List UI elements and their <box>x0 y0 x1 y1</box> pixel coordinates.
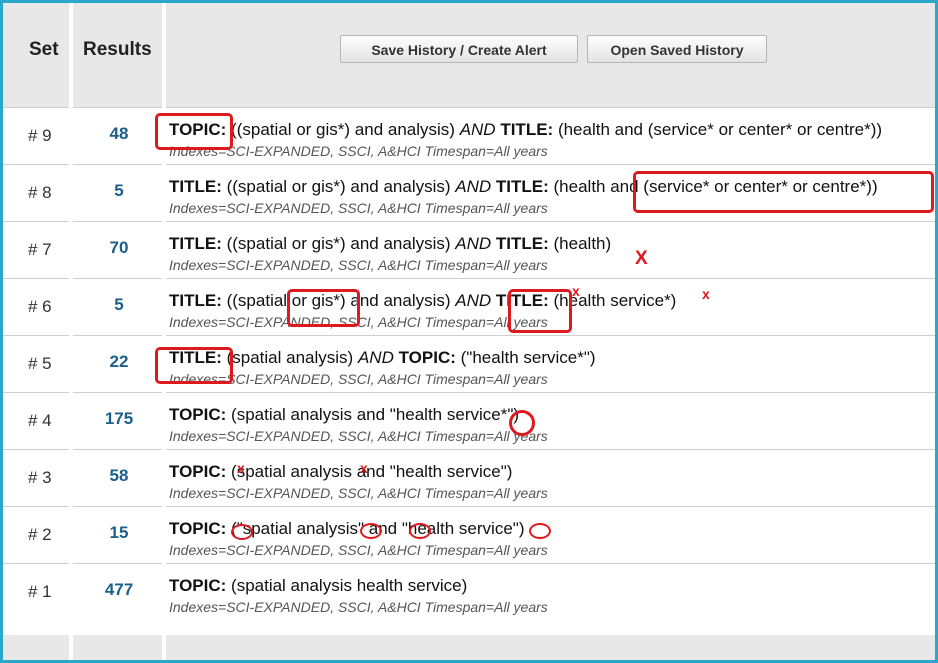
result-count-link[interactable]: 5 <box>73 181 165 201</box>
annotation-box <box>633 171 934 213</box>
annotation-circle <box>409 523 431 539</box>
index-timespan: Indexes=SCI-EXPANDED, SSCI, A&HCI Timesp… <box>169 257 548 273</box>
query-terms: (spatial analysis and "health service") <box>226 462 513 481</box>
annotation-circle <box>509 410 535 436</box>
set-column-header: Set <box>29 39 59 60</box>
query-terms: (spatial analysis health service) <box>226 576 468 595</box>
result-count-link[interactable]: 48 <box>73 124 165 144</box>
query-terms: ("health service*") <box>455 348 596 367</box>
query-text: TITLE: ((spatial or gis*) and analysis) … <box>169 234 611 254</box>
boolean-operator: AND <box>455 234 492 253</box>
query-terms: ((spatial or gis*) and analysis) <box>221 234 456 253</box>
field-tag: TOPIC: <box>169 576 227 595</box>
field-tag: TITLE: <box>169 177 222 196</box>
annotation-circle <box>529 523 551 539</box>
annotation-x-mark: x <box>237 460 245 476</box>
result-count-link[interactable]: 5 <box>73 295 165 315</box>
index-timespan: Indexes=SCI-EXPANDED, SSCI, A&HCI Timesp… <box>169 485 548 501</box>
result-count-link[interactable]: 22 <box>73 352 165 372</box>
field-tag: TOPIC: <box>398 348 456 367</box>
history-row: # 1 477 TOPIC: (spatial analysis health se… <box>3 563 935 635</box>
annotation-x-mark: x <box>572 283 580 299</box>
boolean-operator: AND <box>455 291 492 310</box>
annotation-box <box>155 113 233 150</box>
index-timespan: Indexes=SCI-EXPANDED, SSCI, A&HCI Timesp… <box>169 200 548 216</box>
results-column-header: Results <box>83 39 152 60</box>
set-number: # 7 <box>28 240 52 259</box>
query-text: TOPIC: (spatial analysis and "health ser… <box>169 405 519 425</box>
annotation-box <box>155 347 233 384</box>
result-count-link[interactable]: 70 <box>73 238 165 258</box>
history-row: # 7 70 TITLE: ((spatial or gis*) and analy… <box>3 221 935 278</box>
history-row: # 6 5 TITLE: ((spatial or gis*) and analys… <box>3 278 935 335</box>
save-history-button[interactable]: Save History / Create Alert <box>340 35 578 63</box>
annotation-x-mark: X <box>635 248 648 269</box>
index-timespan: Indexes=SCI-EXPANDED, SSCI, A&HCI Timesp… <box>169 599 548 615</box>
set-number: # 3 <box>28 468 52 487</box>
result-count-link[interactable]: 58 <box>73 466 165 486</box>
history-row: # 2 15 TOPIC: ("spatial analysis" and "hea… <box>3 506 935 563</box>
annotation-box <box>287 289 360 327</box>
history-header: Set Results Save History / Create Alert … <box>3 3 935 107</box>
query-terms: ((spatial or gis*) and analysis) <box>221 177 456 196</box>
open-saved-history-button[interactable]: Open Saved History <box>587 35 767 63</box>
query-text: TOPIC: (spatial analysis and "health ser… <box>169 462 512 482</box>
annotation-x-mark: x <box>702 286 710 302</box>
field-tag: TITLE: <box>495 177 549 196</box>
annotation-box <box>508 289 572 333</box>
set-number: # 6 <box>28 297 52 316</box>
boolean-operator: AND <box>357 348 394 367</box>
set-number: # 5 <box>28 354 52 373</box>
history-footer <box>3 635 935 660</box>
set-number: # 4 <box>28 411 52 430</box>
column-divider <box>162 3 166 660</box>
history-row: # 5 22 TITLE: (spatial analysis) AND TOPIC… <box>3 335 935 392</box>
query-terms: ((spatial or gis*) and analysis) <box>226 120 460 139</box>
set-number: # 2 <box>28 525 52 544</box>
set-number: # 9 <box>28 126 52 145</box>
set-number: # 1 <box>28 582 52 601</box>
query-text: TITLE: ((spatial or gis*) and analysis) … <box>169 291 676 311</box>
field-tag: TITLE: <box>169 234 222 253</box>
column-divider <box>69 3 73 660</box>
boolean-operator: AND <box>459 120 496 139</box>
history-row: # 4 175 TOPIC: (spatial analysis and "heal… <box>3 392 935 449</box>
query-terms: (health and (service* or center* or cent… <box>553 120 883 139</box>
field-tag: TITLE: <box>500 120 554 139</box>
annotation-circle <box>360 523 382 539</box>
query-terms: (spatial analysis and "health service*") <box>226 405 520 424</box>
field-tag: TITLE: <box>495 234 549 253</box>
field-tag: TOPIC: <box>169 462 227 481</box>
index-timespan: Indexes=SCI-EXPANDED, SSCI, A&HCI Timesp… <box>169 428 548 444</box>
field-tag: TITLE: <box>169 291 222 310</box>
history-row: # 9 48 TOPIC: ((spatial or gis*) and analy… <box>3 107 935 164</box>
boolean-operator: AND <box>455 177 492 196</box>
search-history-panel: Set Results Save History / Create Alert … <box>0 0 938 663</box>
history-row: # 3 58 TOPIC: (spatial analysis and "healt… <box>3 449 935 506</box>
result-count-link[interactable]: 477 <box>73 580 165 600</box>
query-terms: (health) <box>548 234 612 253</box>
annotation-x-mark: x <box>360 460 368 476</box>
query-text: TOPIC: ((spatial or gis*) and analysis) … <box>169 120 882 140</box>
field-tag: TOPIC: <box>169 519 227 538</box>
result-count-link[interactable]: 15 <box>73 523 165 543</box>
query-text: TOPIC: ("spatial analysis" and "health s… <box>169 519 524 539</box>
query-terms: (spatial analysis) <box>221 348 358 367</box>
annotation-circle <box>231 524 253 540</box>
index-timespan: Indexes=SCI-EXPANDED, SSCI, A&HCI Timesp… <box>169 542 548 558</box>
set-number: # 8 <box>28 183 52 202</box>
result-count-link[interactable]: 175 <box>73 409 165 429</box>
query-text: TOPIC: (spatial analysis health service) <box>169 576 467 596</box>
field-tag: TOPIC: <box>169 405 227 424</box>
